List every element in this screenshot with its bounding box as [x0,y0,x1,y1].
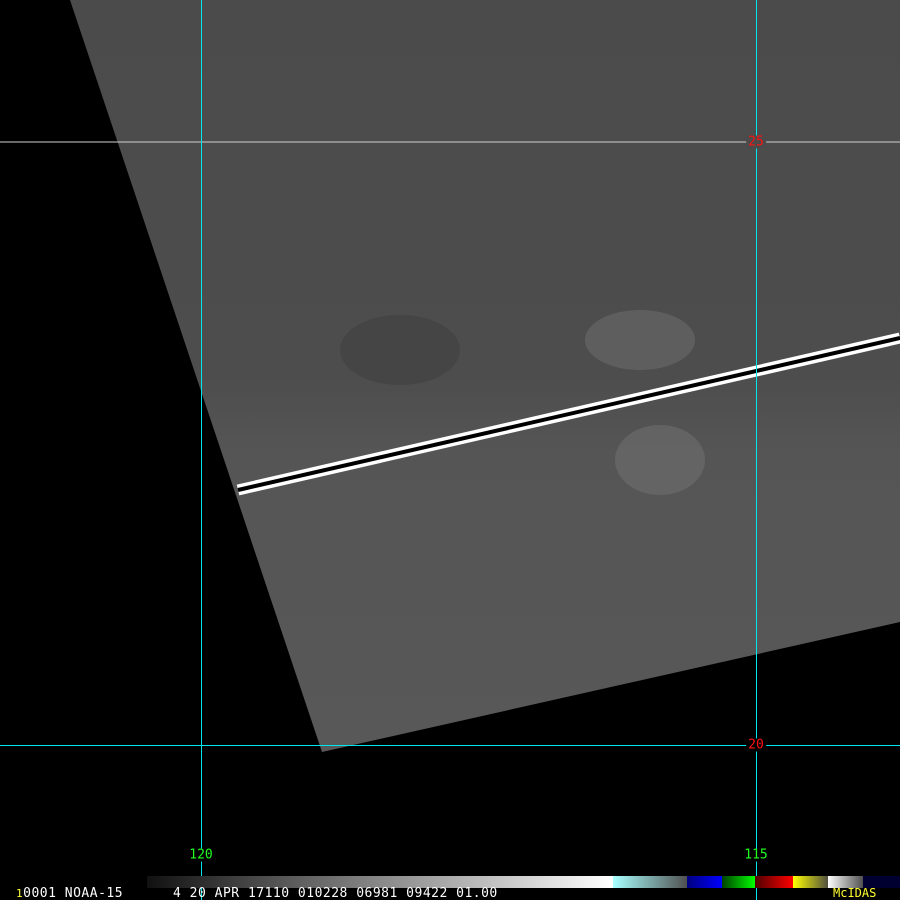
satellite-name: 0001 NOAA-15 [23,886,124,900]
colorbar-cyan-segment [613,876,687,888]
satellite-image-viewer: 25 20 120 115 10001 NOAA-15 4 20 APR 171… [0,0,900,900]
datetime-info: 4 20 APR 17110 010228 06981 09422 01.00 [173,886,498,900]
cloud-patch [340,315,460,385]
mcidas-label: McIDAS [833,886,877,900]
cloud-patch [585,310,695,370]
latitude-label-20: 20 [746,737,766,753]
colorbar-green-segment [722,876,755,888]
colorbar-yellow-segment [793,876,828,888]
image-swath [70,0,900,752]
cloud-patch [615,425,705,495]
colorbar-red-segment [755,876,793,888]
image-status-line: 10001 NOAA-15 4 20 APR 17110 010228 0698… [16,886,498,900]
latitude-label-25: 25 [746,134,766,150]
longitude-label-115: 115 [744,847,768,863]
colorbar-blue-segment [687,876,722,888]
longitude-label-120: 120 [189,847,213,863]
